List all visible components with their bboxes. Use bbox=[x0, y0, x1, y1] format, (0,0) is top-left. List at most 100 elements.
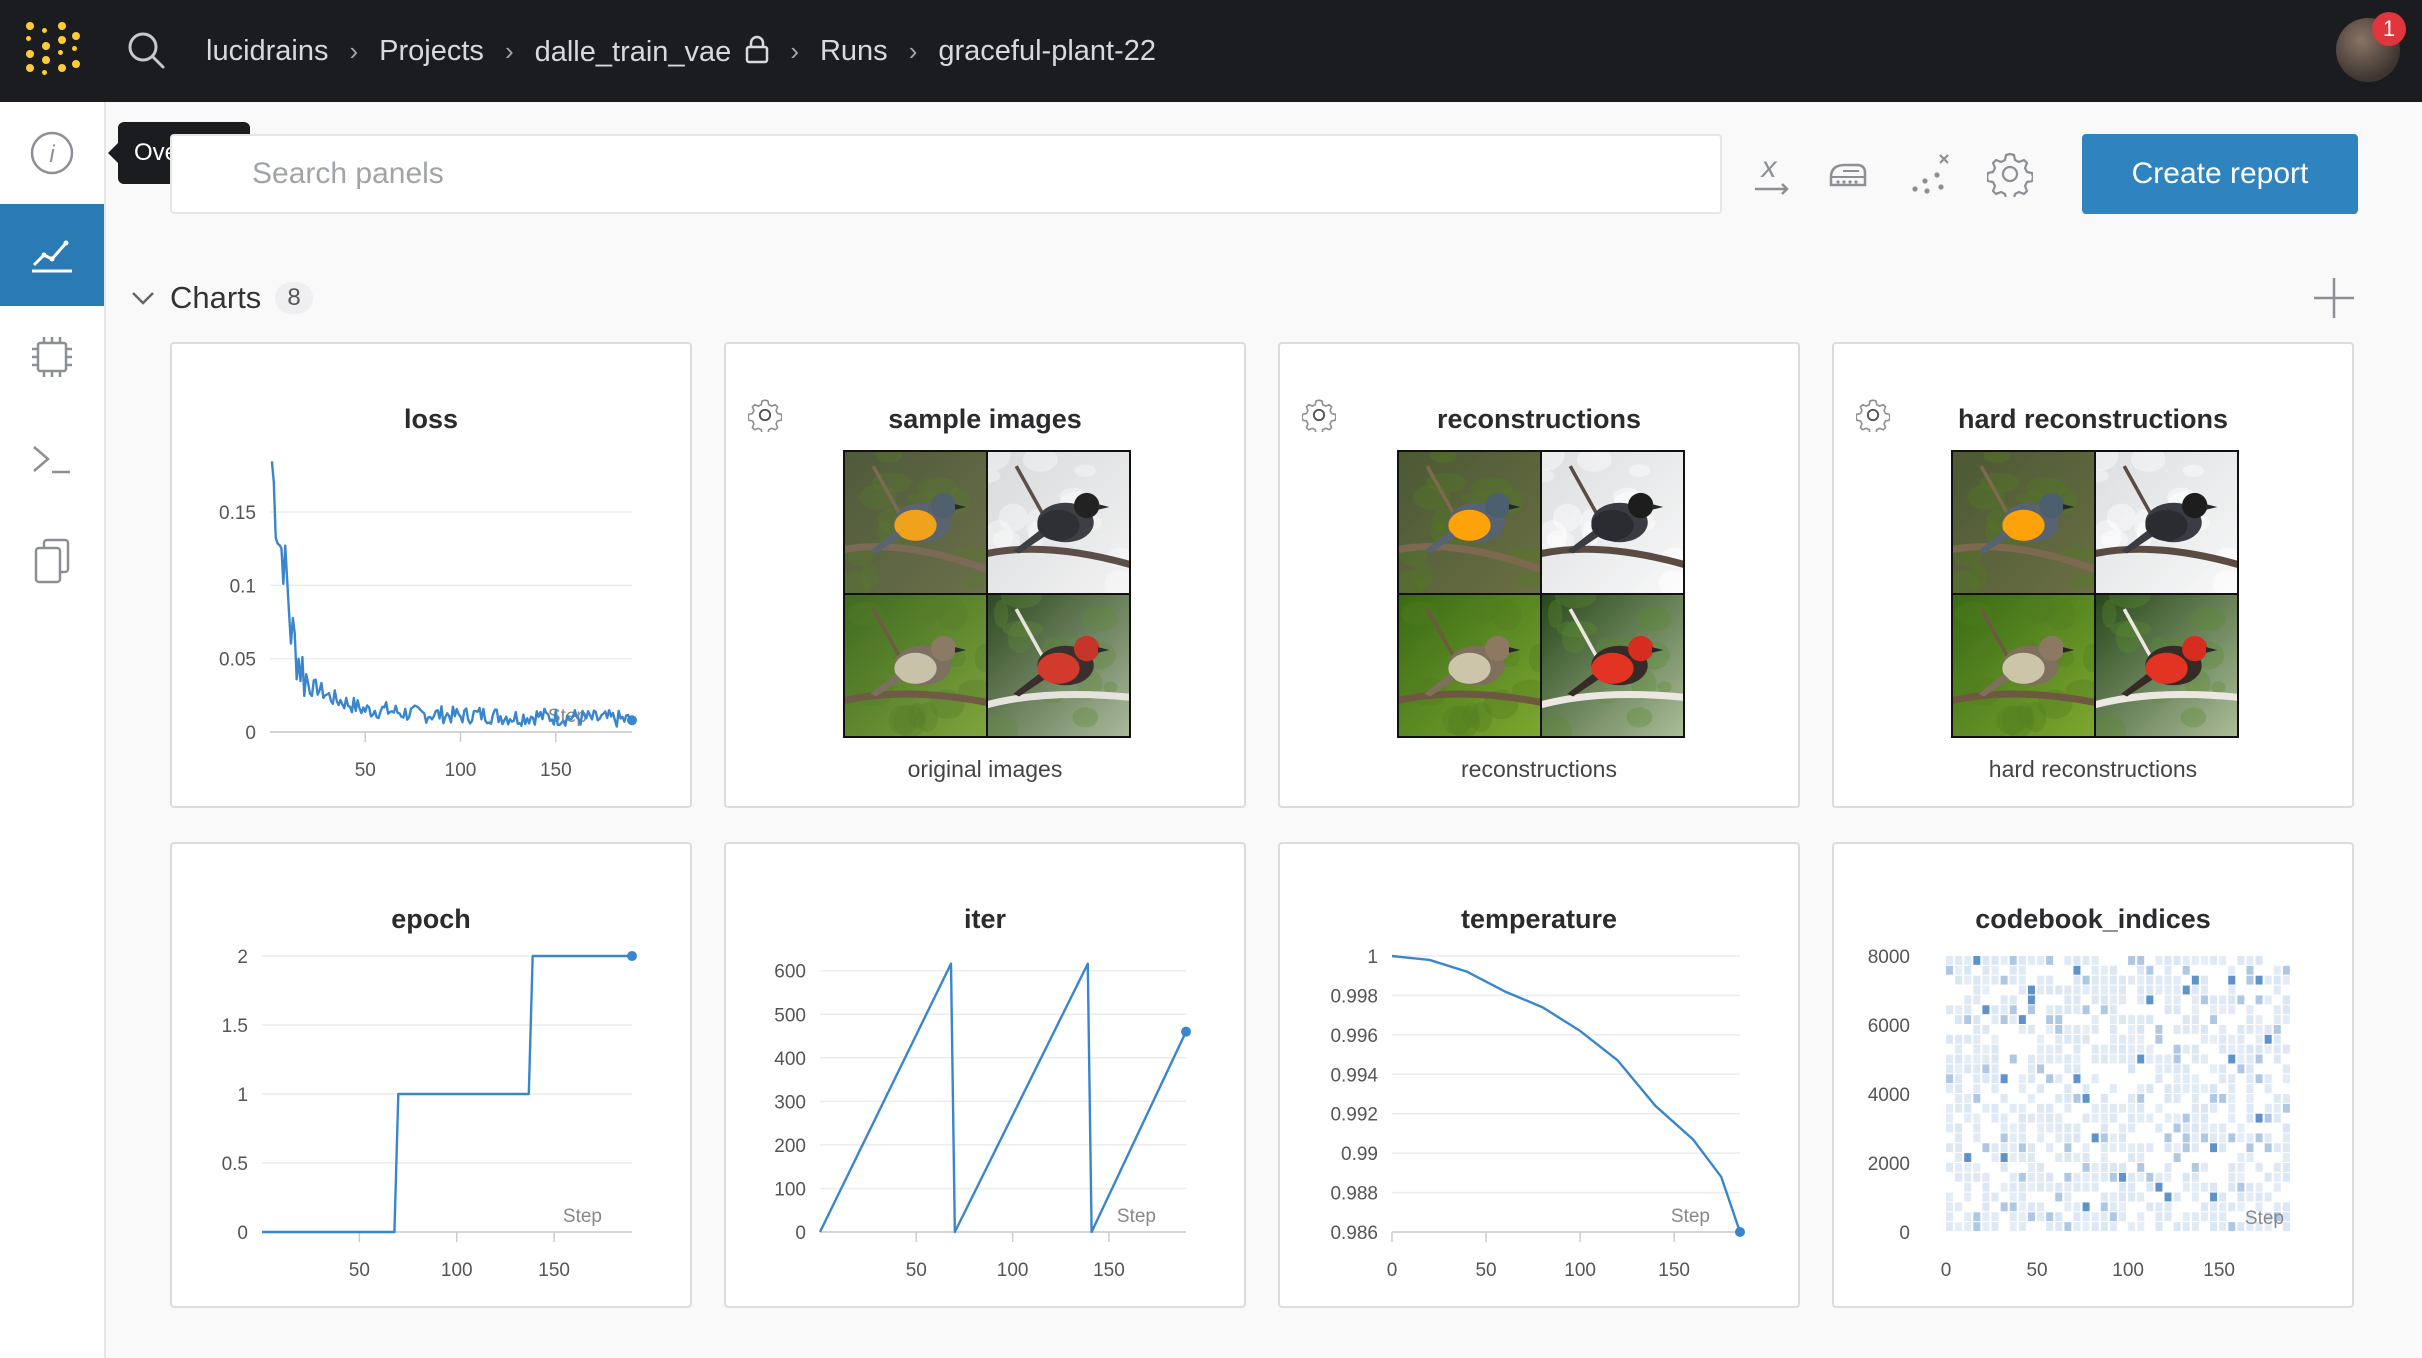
heatmap-cell bbox=[2119, 1192, 2126, 1202]
bird-image-tile[interactable] bbox=[2096, 595, 2237, 736]
heatmap-cell bbox=[2055, 1113, 2063, 1123]
panel-loss[interactable]: loss 0 0.05 0.1 0.15 50 100 150 Step bbox=[170, 342, 692, 808]
search-panels-input[interactable] bbox=[172, 136, 1720, 212]
heatmap-cell bbox=[2082, 1163, 2090, 1172]
heatmap-cell bbox=[1946, 1034, 1953, 1044]
temperature-chart[interactable]: 0.986 0.988 0.99 0.992 0.994 0.996 0.998 1 0 50 10… bbox=[1280, 844, 1802, 1310]
heatmap-cell bbox=[2027, 1163, 2035, 1172]
heatmap-cell bbox=[2200, 1103, 2208, 1113]
panel-sample-images[interactable]: sample images original images bbox=[724, 342, 1246, 808]
panel-temperature[interactable]: temperature 0.986 0.988 0.99 0.992 0.994 0.99… bbox=[1278, 842, 1800, 1308]
settings-button[interactable] bbox=[1984, 148, 2036, 200]
image-grid[interactable] bbox=[1951, 450, 2239, 738]
heatmap-cell bbox=[2109, 1222, 2117, 1231]
heatmap-cell bbox=[2182, 1123, 2190, 1133]
heatmap-cell bbox=[2073, 1074, 2081, 1084]
heatmap-cell bbox=[2055, 1034, 2063, 1044]
iter-chart[interactable]: 0 100 200 300 400 500 600 50 100 150 Step bbox=[726, 844, 1248, 1310]
breadcrumb-runs[interactable]: Runs bbox=[820, 35, 888, 68]
y-tick-label: 0.15 bbox=[219, 503, 256, 524]
search-panels-field[interactable] bbox=[170, 134, 1722, 214]
heatmap-cell bbox=[2100, 1103, 2108, 1113]
bird-image-tile[interactable] bbox=[988, 452, 1129, 593]
loss-chart[interactable]: 00.050.10.1550 100 150Step bbox=[172, 344, 694, 810]
chevron-down-icon[interactable] bbox=[130, 288, 156, 308]
epoch-chart[interactable]: 0 0.5 1 1.5 2 50 100 150 Step bbox=[172, 844, 694, 1310]
heatmap-cell bbox=[2109, 1015, 2117, 1024]
breadcrumb-run[interactable]: graceful-plant-22 bbox=[938, 35, 1156, 68]
sidebar-item-files[interactable] bbox=[0, 510, 104, 612]
y-tick-label: 0.986 bbox=[1330, 1223, 1378, 1244]
heatmap-cell bbox=[2018, 1212, 2026, 1222]
charts-section-header[interactable]: Charts 8 bbox=[130, 278, 313, 318]
heatmap-cell bbox=[2182, 985, 2190, 995]
outliers-button[interactable] bbox=[1904, 148, 1956, 200]
heatmap-cell bbox=[2173, 995, 2181, 1005]
heatmap-cell bbox=[2000, 1202, 2008, 1212]
bird-image-tile[interactable] bbox=[1953, 595, 2094, 736]
heatmap-cell bbox=[1991, 956, 1999, 965]
sidebar-item-overview[interactable]: i bbox=[0, 102, 104, 204]
heatmap-cell bbox=[2128, 1143, 2136, 1153]
bird-image-tile[interactable] bbox=[845, 452, 986, 593]
bird-image-tile[interactable] bbox=[2096, 452, 2237, 593]
heatmap-cell bbox=[1946, 1103, 1953, 1113]
heatmap-cell bbox=[2064, 1064, 2072, 1074]
heatmap-cell bbox=[2255, 1074, 2263, 1084]
heatmap-cell bbox=[2064, 1005, 2072, 1015]
codebook-indices-chart[interactable]: 0 2000 4000 6000 8000 0 50 100 150 Step bbox=[1834, 844, 2356, 1310]
x-axis-button[interactable]: x bbox=[1746, 148, 1798, 200]
heatmap-cell bbox=[2091, 1074, 2099, 1084]
heatmap-cell bbox=[1991, 1064, 1999, 1074]
bird-image-tile[interactable] bbox=[988, 595, 1129, 736]
heatmap-cell bbox=[2219, 1005, 2227, 1015]
image-grid[interactable] bbox=[1397, 450, 1685, 738]
panel-epoch[interactable]: epoch 0 0.5 1 1.5 2 50 100 150 Step bbox=[170, 842, 692, 1308]
bird-image-tile[interactable] bbox=[845, 595, 986, 736]
heatmap-cell bbox=[2246, 1133, 2254, 1143]
bird-image-tile[interactable] bbox=[1953, 452, 2094, 593]
heatmap-cell bbox=[2255, 1015, 2263, 1024]
heatmap-cell bbox=[2027, 1054, 2035, 1064]
smoothing-button[interactable] bbox=[1822, 148, 1874, 200]
sidebar-item-charts[interactable] bbox=[0, 204, 104, 306]
breadcrumb-projects[interactable]: Projects bbox=[379, 35, 484, 68]
heatmap-cell bbox=[2128, 1182, 2136, 1192]
bird-image-tile[interactable] bbox=[1542, 452, 1683, 593]
heatmap-cell bbox=[2282, 1074, 2290, 1084]
heatmap-cell bbox=[2119, 1172, 2126, 1182]
search-icon[interactable] bbox=[124, 28, 168, 72]
panel-iter[interactable]: iter 0 100 200 300 400 500 600 50 100 150 Step bbox=[724, 842, 1246, 1308]
breadcrumb-entity[interactable]: lucidrains bbox=[206, 35, 329, 68]
panel-reconstructions[interactable]: reconstructions reconstructions bbox=[1278, 342, 1800, 808]
bird-image-tile[interactable] bbox=[1399, 452, 1540, 593]
heatmap-cell bbox=[2046, 956, 2054, 965]
panel-codebook-indices[interactable]: codebook_indices 0 2000 4000 6000 8000 0 50 100… bbox=[1832, 842, 2354, 1308]
sidebar-item-system[interactable] bbox=[0, 306, 104, 408]
panel-hard-reconstructions[interactable]: hard reconstructions hard reconstruction… bbox=[1832, 342, 2354, 808]
heatmap-cell bbox=[2119, 1054, 2126, 1064]
add-panel-button[interactable] bbox=[2310, 274, 2358, 322]
heatmap-cell bbox=[2000, 1123, 2008, 1133]
heatmap-cell bbox=[2210, 1015, 2218, 1024]
bird-image-tile[interactable] bbox=[1399, 595, 1540, 736]
image-grid[interactable] bbox=[843, 450, 1131, 738]
heatmap-cell bbox=[1973, 1054, 1981, 1064]
bird-image-tile[interactable] bbox=[1542, 595, 1683, 736]
heatmap-cell bbox=[2046, 1005, 2054, 1015]
heatmap-cell bbox=[2055, 1123, 2063, 1133]
heatmap-cell bbox=[2027, 985, 2035, 995]
sidebar-item-logs[interactable] bbox=[0, 408, 104, 510]
wandb-logo-icon[interactable] bbox=[26, 22, 82, 78]
create-report-button[interactable]: Create report bbox=[2082, 134, 2358, 214]
heatmap-cell bbox=[2264, 1133, 2272, 1143]
breadcrumb-project[interactable]: dalle_train_vae bbox=[535, 34, 770, 69]
heatmap-cell bbox=[1964, 1153, 1972, 1162]
heatmap-cell bbox=[2000, 1074, 2008, 1084]
user-avatar[interactable]: 1 bbox=[2336, 12, 2406, 82]
heatmap-cell bbox=[2009, 995, 2017, 1005]
heatmap-cell bbox=[2273, 975, 2281, 985]
x-tick-label: 50 bbox=[2026, 1260, 2047, 1281]
heatmap-cell bbox=[2055, 1094, 2063, 1103]
heatmap-cell bbox=[2273, 1172, 2281, 1182]
